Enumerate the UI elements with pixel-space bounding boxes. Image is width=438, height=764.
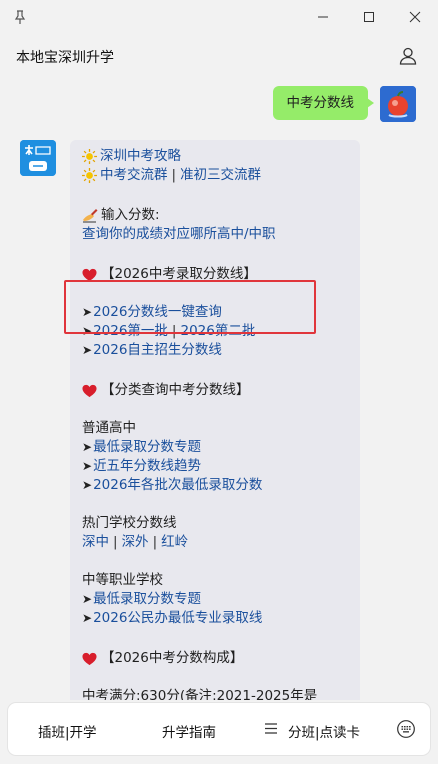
chat-header: 本地宝深圳升学 — [0, 34, 438, 80]
chat-area[interactable]: 中考分数线 深圳中考攻略 中考交流群 | 准初三交流群 输入分数: 查询你的成绩… — [0, 80, 438, 700]
section2-title-line: 【分类查询中考分数线】 — [82, 381, 348, 400]
minimize-button[interactable] — [300, 0, 346, 34]
sun-icon — [82, 168, 97, 183]
category-line: 中等职业学校 — [82, 571, 348, 590]
menu-list-icon — [265, 723, 277, 734]
five-year-trend-link[interactable]: 近五年分数线趋势 — [93, 457, 201, 476]
keyboard-icon[interactable] — [396, 719, 416, 739]
vocational-lowest-link[interactable]: 最低录取分数专题 — [93, 590, 201, 609]
school-link-shenzhong[interactable]: 深中 — [82, 533, 109, 552]
list-item: ➤ 最低录取分数专题 — [82, 590, 348, 609]
user-message-bubble: 中考分数线 — [272, 86, 374, 120]
batch2-link[interactable]: 2026第二批 — [180, 322, 255, 341]
user-avatar[interactable] — [380, 86, 416, 122]
school-link-shenwai[interactable]: 深外 — [122, 533, 149, 552]
self-enroll-link[interactable]: 2026自主招生分数线 — [93, 341, 222, 360]
exam-group-link[interactable]: 中考交流群 — [100, 166, 168, 185]
section1-title-line: 【2026中考录取分数线】 — [82, 265, 348, 284]
category-label: 普通高中 — [82, 420, 136, 436]
separator: | — [171, 323, 177, 339]
chat-title: 本地宝深圳升学 — [16, 50, 114, 66]
heart-icon — [82, 652, 97, 665]
input-score-label: 输入分数: — [101, 207, 160, 223]
user-profile-icon[interactable] — [398, 46, 418, 66]
lowest-score-link[interactable]: 最低录取分数专题 — [93, 438, 201, 457]
separator: | — [113, 534, 118, 550]
section1-title: 【2026中考录取分数线】 — [101, 266, 257, 282]
category-label: 中等职业学校 — [82, 572, 163, 588]
maximize-icon — [364, 12, 374, 22]
list-item: ➤ 2026第一批 | 2026第二批 — [82, 322, 348, 341]
maximize-button[interactable] — [346, 0, 392, 34]
close-icon — [409, 11, 421, 23]
bot-message-bubble: 深圳中考攻略 中考交流群 | 准初三交流群 输入分数: 查询你的成绩对应哪所高中… — [70, 140, 360, 700]
menu-tab-class[interactable]: 分班|点读卡 — [288, 721, 360, 741]
menu-tab-transfer[interactable]: 插班|开学 — [38, 721, 97, 741]
list-item: ➤ 2026公民办最低专业录取线 — [82, 609, 348, 628]
input-score-line: 输入分数: — [82, 206, 348, 225]
category-label: 热门学校分数线 — [82, 515, 177, 531]
arrow-icon: ➤ — [82, 459, 93, 473]
separator: | — [171, 167, 177, 183]
list-item: ➤ 最低录取分数专题 — [82, 438, 348, 457]
separator: | — [152, 534, 158, 550]
input-score-hint-line: 查询你的成绩对应哪所高中/中职 — [82, 225, 348, 244]
section3-title: 【2026中考分数构成】 — [101, 650, 244, 666]
sun-icon — [82, 149, 97, 164]
arrow-icon: ➤ — [82, 440, 93, 454]
arrow-icon: ➤ — [82, 611, 93, 625]
category-line: 普通高中 — [82, 419, 348, 438]
arrow-icon: ➤ — [82, 305, 93, 319]
batch1-link[interactable]: 2026第一批 — [93, 322, 168, 341]
menu-tab-guide[interactable]: 升学指南 — [162, 721, 216, 741]
heart-icon — [82, 268, 97, 281]
close-button[interactable] — [392, 0, 438, 34]
pre-junior-group-link[interactable]: 准初三交流群 — [180, 166, 261, 185]
list-item: ➤ 2026分数线一键查询 — [82, 303, 348, 322]
bot-avatar[interactable] — [20, 140, 56, 176]
schools-line: 深中 | 深外 | 红岭 — [82, 533, 348, 552]
batch-lowest-link[interactable]: 2026年各批次最低录取分数 — [93, 476, 262, 495]
list-item: ➤ 近五年分数线趋势 — [82, 457, 348, 476]
score-query-link[interactable]: 2026分数线一键查询 — [93, 303, 222, 322]
section2-title: 【分类查询中考分数线】 — [101, 382, 250, 398]
arrow-icon: ➤ — [82, 592, 93, 606]
apple-avatar-icon — [380, 86, 416, 122]
score-composition-text: 中考满分:630分(备注:2021-2025年是 — [82, 688, 318, 700]
list-item: ➤ 2026年各批次最低录取分数 — [82, 476, 348, 495]
category-line: 热门学校分数线 — [82, 514, 348, 533]
groups-line: 中考交流群 | 准初三交流群 — [82, 166, 348, 185]
heart-icon — [82, 384, 97, 397]
arrow-icon: ➤ — [82, 343, 93, 357]
bottom-menu-bar: 插班|开学 升学指南 分班|点读卡 — [8, 703, 430, 755]
input-score-hint-link[interactable]: 查询你的成绩对应哪所高中/中职 — [82, 225, 276, 244]
writing-hand-icon — [83, 209, 98, 223]
school-link-hongling[interactable]: 红岭 — [161, 533, 188, 552]
user-message-row: 中考分数线 — [272, 86, 416, 122]
score-composition-line: 中考满分:630分(备注:2021-2025年是 — [82, 687, 348, 700]
guide-line: 深圳中考攻略 — [82, 147, 348, 166]
minimize-icon — [318, 16, 328, 18]
arrow-icon: ➤ — [82, 478, 93, 492]
pin-icon[interactable] — [12, 9, 28, 25]
window-titlebar — [0, 0, 438, 34]
section3-title-line: 【2026中考分数构成】 — [82, 649, 348, 668]
list-item: ➤ 2026自主招生分数线 — [82, 341, 348, 360]
arrow-icon: ➤ — [82, 324, 93, 338]
guide-link[interactable]: 深圳中考攻略 — [100, 147, 181, 166]
vocational-major-link[interactable]: 2026公民办最低专业录取线 — [93, 609, 262, 628]
bendibao-logo-icon — [20, 140, 56, 176]
